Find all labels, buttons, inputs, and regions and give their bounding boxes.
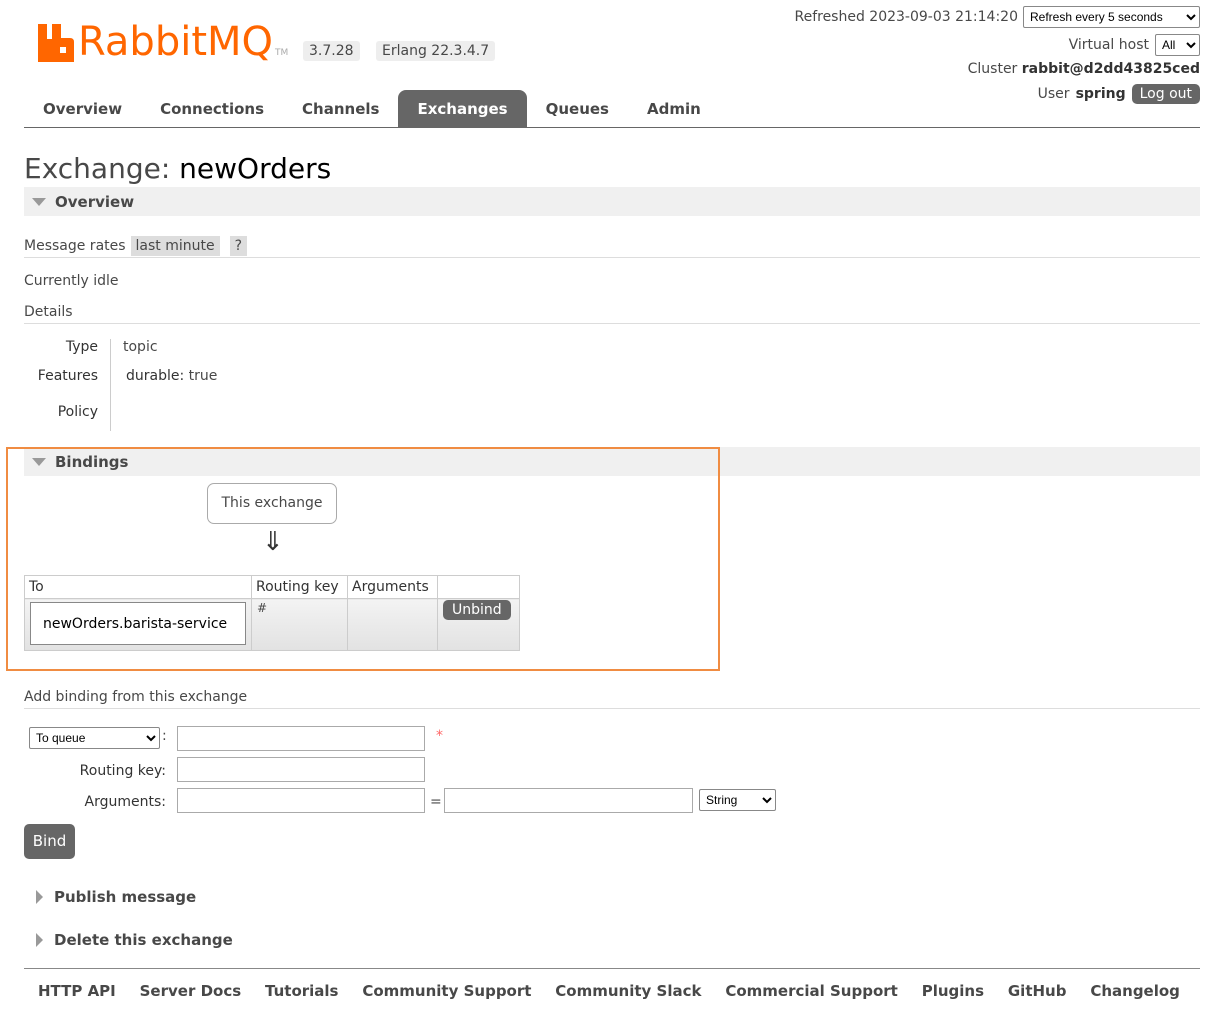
overview-section-title: Overview <box>55 192 135 211</box>
this-exchange-box: This exchange <box>207 483 337 524</box>
feature-key: durable: <box>126 368 185 384</box>
binding-actions-cell: Unbind <box>437 598 520 651</box>
divider <box>24 708 1200 709</box>
tab-overview[interactable]: Overview <box>24 90 141 127</box>
footer-link-plugins[interactable]: Plugins <box>922 982 984 1000</box>
collapse-triangle-icon <box>32 197 46 206</box>
type-value: topic <box>123 339 158 355</box>
erlang-version-badge: Erlang 22.3.4.7 <box>376 41 496 61</box>
cluster-name: rabbit@d2dd43825ced <box>1021 61 1200 77</box>
details-title: Details <box>24 304 73 320</box>
column-header-to: To <box>24 575 252 599</box>
footer-links: HTTP API Server Docs Tutorials Community… <box>24 968 1200 1013</box>
publish-message-title: Publish message <box>54 887 197 906</box>
argument-key-input[interactable] <box>177 788 425 813</box>
column-header-routing-key: Routing key <box>251 575 348 599</box>
tab-admin[interactable]: Admin <box>628 90 720 127</box>
tab-exchanges[interactable]: Exchanges <box>398 90 527 127</box>
features-value: durable: true <box>126 368 217 384</box>
routing-key-label: Routing key: <box>79 763 166 779</box>
equals-sign: = <box>430 794 442 810</box>
binding-arguments <box>347 598 438 651</box>
type-label: Type <box>65 339 98 355</box>
footer-link-changelog[interactable]: Changelog <box>1090 982 1180 1000</box>
argument-value-input[interactable] <box>444 788 693 813</box>
vhost-row: Virtual host All <box>1069 34 1200 56</box>
logo-text: RabbitMQ <box>78 19 273 65</box>
down-double-arrow-icon: ⇓ <box>262 527 284 557</box>
message-rates-label: Message rates <box>24 238 126 254</box>
bind-button[interactable]: Bind <box>24 824 75 859</box>
argument-type-select[interactable]: String <box>699 789 776 811</box>
exchange-name: newOrders <box>179 152 332 185</box>
message-rates-range[interactable]: last minute <box>130 236 220 256</box>
footer-link-tutorials[interactable]: Tutorials <box>265 982 338 1000</box>
refreshed-label: Refreshed 2023-09-03 21:14:20 <box>794 9 1018 25</box>
footer-link-http-api[interactable]: HTTP API <box>38 982 116 1000</box>
overview-section-header[interactable]: Overview <box>24 187 1200 216</box>
refresh-interval-select[interactable]: Refresh every 5 seconds <box>1023 6 1200 28</box>
table-row: newOrders.barista-service # Unbind <box>24 598 520 651</box>
divider <box>24 323 1200 324</box>
cluster-info: Cluster rabbit@d2dd43825ced <box>968 61 1200 77</box>
routing-key-input[interactable] <box>177 757 425 782</box>
expand-triangle-icon <box>36 889 43 904</box>
delete-exchange-section[interactable]: Delete this exchange <box>24 925 233 954</box>
unbind-button[interactable]: Unbind <box>443 600 511 620</box>
binding-routing-key: # <box>251 598 348 651</box>
version-badge: 3.7.28 <box>303 41 360 61</box>
column-header-arguments: Arguments <box>347 575 438 599</box>
idle-status: Currently idle <box>24 273 119 289</box>
destination-name-input[interactable] <box>177 726 425 751</box>
details-separator <box>110 339 111 431</box>
bindings-table: To Routing key Arguments newOrders.baris… <box>24 575 520 651</box>
refresh-row: Refreshed 2023-09-03 21:14:20 Refresh ev… <box>794 6 1200 28</box>
vhost-label: Virtual host <box>1068 37 1149 53</box>
destination-type-select[interactable]: To queue <box>29 727 160 749</box>
expand-triangle-icon <box>36 932 43 947</box>
rabbitmq-logo-icon <box>38 24 74 62</box>
features-label: Features <box>37 368 98 384</box>
page-title-prefix: Exchange: <box>24 152 171 185</box>
tab-queues[interactable]: Queues <box>527 90 628 127</box>
policy-label: Policy <box>57 404 98 420</box>
tab-connections[interactable]: Connections <box>141 90 283 127</box>
page-title: Exchange: newOrders <box>24 152 331 185</box>
binding-destination-link[interactable]: newOrders.barista-service <box>30 602 246 645</box>
column-header-actions <box>437 575 520 599</box>
footer-link-github[interactable]: GitHub <box>1008 982 1067 1000</box>
footer-link-server-docs[interactable]: Server Docs <box>140 982 242 1000</box>
vhost-select[interactable]: All <box>1155 34 1200 56</box>
binding-to-cell: newOrders.barista-service <box>24 598 252 651</box>
logo-trademark: TM <box>275 48 289 58</box>
add-binding-title: Add binding from this exchange <box>24 689 248 705</box>
message-rates-row: Message rates last minute ? <box>24 236 248 256</box>
footer-link-commercial-support[interactable]: Commercial Support <box>725 982 898 1000</box>
destination-colon: : <box>162 728 167 744</box>
footer-link-community-slack[interactable]: Community Slack <box>555 982 701 1000</box>
delete-exchange-title: Delete this exchange <box>54 930 233 949</box>
divider <box>24 257 1200 258</box>
cluster-label: Cluster <box>967 61 1018 77</box>
help-icon[interactable]: ? <box>229 236 248 256</box>
feature-value: true <box>188 368 218 384</box>
tab-channels[interactable]: Channels <box>283 90 398 127</box>
publish-message-section[interactable]: Publish message <box>24 882 196 911</box>
rabbitmq-logo[interactable]: RabbitMQ TM <box>38 18 288 62</box>
main-nav-tabs: Overview Connections Channels Exchanges … <box>24 90 1200 128</box>
required-marker: * <box>436 728 443 744</box>
arguments-label: Arguments: <box>84 794 166 810</box>
footer-link-community-support[interactable]: Community Support <box>362 982 531 1000</box>
